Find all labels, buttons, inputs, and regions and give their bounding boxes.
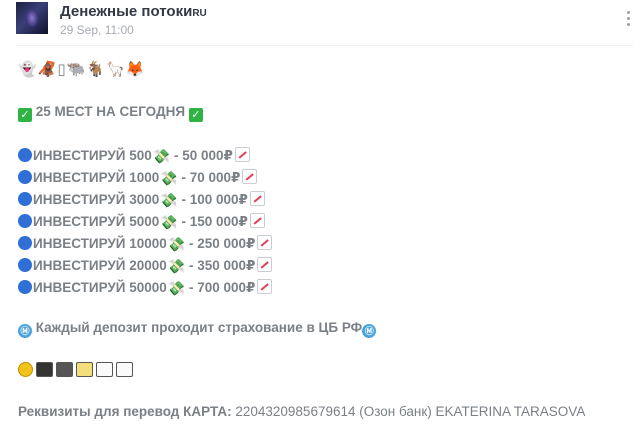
invest-return: - 150 000₽ (181, 214, 248, 229)
document-icon (116, 362, 133, 377)
channel-name-text: Денежные потоки (60, 3, 193, 20)
header-divider (16, 45, 633, 46)
invest-line: ИНВЕСТИРУЙ 50000💸 - 700 000₽ (18, 278, 273, 298)
invest-line: ИНВЕСТИРУЙ 3000💸 - 100 000₽ (18, 190, 265, 210)
blue-circle-icon (18, 192, 32, 206)
insurance-line: Ⓜ Каждый депозит проходит страхование в … (18, 318, 377, 338)
document-icon (96, 362, 113, 377)
channel-name-suffix: RU (192, 8, 207, 19)
emoji-row: 👻 🦧 ▯ 🐃 🐐 🦙 🦊 (18, 60, 144, 80)
orangutan-emoji-icon: 🦧 (37, 61, 57, 78)
goat-emoji-icon: 🐐 (86, 61, 106, 78)
chart-increasing-icon (257, 279, 273, 294)
invest-line: ИНВЕСТИРУЙ 10000💸 - 250 000₽ (18, 234, 273, 254)
chart-increasing-icon (234, 147, 250, 162)
channel-name[interactable]: Денежные потокиRU (60, 3, 207, 20)
blue-circle-icon (18, 148, 32, 162)
credit-card-icon (76, 362, 93, 377)
llama-emoji-icon: 🦙 (106, 61, 125, 78)
post-header: Денежные потокиRU 29 Sep, 11:00 (16, 2, 633, 42)
chart-increasing-icon (249, 213, 265, 228)
check-mark-icon: ✓ (18, 108, 32, 122)
camera-icon (56, 362, 73, 377)
chart-increasing-icon (249, 191, 265, 206)
more-options-icon[interactable] (623, 8, 633, 30)
post-date: 29 Sep, 11:00 (60, 23, 134, 37)
invest-line: ИНВЕСТИРУЙ 1000💸 - 70 000₽ (18, 168, 258, 188)
videocassette-icon (36, 362, 53, 377)
ghost-emoji-icon: 👻 (18, 61, 37, 78)
fox-emoji-icon: 🦊 (125, 61, 145, 78)
insurance-text: Каждый депозит проходит страхование в ЦБ… (35, 320, 363, 335)
money-with-wings-icon: 💸 (160, 170, 178, 186)
money-with-wings-icon: 💸 (167, 280, 186, 296)
metro-m-icon: Ⓜ (18, 324, 32, 338)
money-with-wings-icon: 💸 (152, 148, 171, 164)
money-with-wings-icon: 💸 (160, 192, 178, 208)
invest-label: ИНВЕСТИРУЙ 5000 (33, 214, 160, 229)
water-buffalo-emoji-icon: 🐃 (66, 61, 86, 78)
blue-circle-icon (18, 258, 32, 272)
requisites-label: Реквизиты для перевод КАРТА: (18, 404, 232, 419)
requisites-line: Реквизиты для перевод КАРТА: 22043209856… (18, 404, 585, 419)
check-mark-icon: ✓ (188, 108, 203, 122)
blue-circle-icon (18, 280, 32, 294)
blue-circle-icon (18, 214, 32, 228)
invest-label: ИНВЕСТИРУЙ 1000 (33, 170, 160, 185)
chart-increasing-icon (242, 169, 258, 184)
invest-return: - 250 000₽ (189, 236, 256, 251)
invest-return: - 100 000₽ (181, 192, 248, 207)
invest-label: ИНВЕСТИРУЙ 3000 (33, 192, 160, 207)
invest-label: ИНВЕСТИРУЙ 10000 (33, 236, 167, 251)
missing-glyph-icon: ▯ (57, 61, 66, 78)
headline: ✓ 25 МЕСТ НА СЕГОДНЯ ✓ (18, 102, 203, 122)
invest-label: ИНВЕСТИРУЙ 50000 (33, 280, 167, 295)
invest-label: ИНВЕСТИРУЙ 500 (33, 148, 152, 163)
invest-line: ИНВЕСТИРУЙ 20000💸 - 350 000₽ (18, 256, 273, 276)
money-with-wings-icon: 💸 (167, 258, 186, 274)
disc-icon (18, 362, 33, 377)
objects-emoji-row (18, 362, 133, 377)
channel-avatar[interactable] (16, 2, 48, 34)
invest-return: - 700 000₽ (189, 280, 256, 295)
invest-return: - 70 000₽ (181, 170, 241, 185)
invest-line: ИНВЕСТИРУЙ 5000💸 - 150 000₽ (18, 212, 265, 232)
blue-circle-icon (18, 170, 32, 184)
chart-increasing-icon (257, 257, 273, 272)
headline-text: 25 МЕСТ НА СЕГОДНЯ (35, 104, 186, 119)
invest-return: - 350 000₽ (189, 258, 256, 273)
money-with-wings-icon: 💸 (167, 236, 186, 252)
invest-line: ИНВЕСТИРУЙ 500💸 - 50 000₽ (18, 146, 250, 166)
blue-circle-icon (18, 236, 32, 250)
metro-m-icon: Ⓜ (362, 324, 377, 338)
invest-label: ИНВЕСТИРУЙ 20000 (33, 258, 167, 273)
money-with-wings-icon: 💸 (160, 214, 178, 230)
chart-increasing-icon (257, 235, 273, 250)
requisites-value[interactable]: 2204320985679614 (Озон банк) EKATERINA T… (235, 404, 585, 419)
invest-return: - 50 000₽ (173, 148, 233, 163)
